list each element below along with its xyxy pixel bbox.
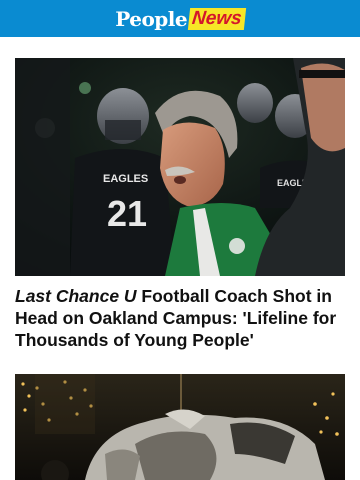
article-card[interactable] [15,374,345,480]
coach-photo-illustration: EAGLES 21 EAGLES [15,58,345,276]
wreck-photo-illustration [15,374,345,480]
jersey-number-text: 21 [107,193,147,234]
article-headline[interactable]: Last Chance U Football Coach Shot in Hea… [15,285,345,351]
logo-people-text: People [115,6,188,31]
article-card[interactable]: EAGLES 21 EAGLES Last Chance U Football [15,58,345,351]
article-photo-coach[interactable]: EAGLES 21 EAGLES [15,58,345,276]
jersey-eagles-text: EAGLES [103,173,148,185]
article-photo-wreck[interactable] [15,374,345,480]
people-news-logo[interactable]: People News [115,6,246,32]
logo-news-badge: News [187,7,246,30]
headline-italic-title: Last Chance U [15,286,137,306]
top-header-bar: People News [0,0,360,37]
